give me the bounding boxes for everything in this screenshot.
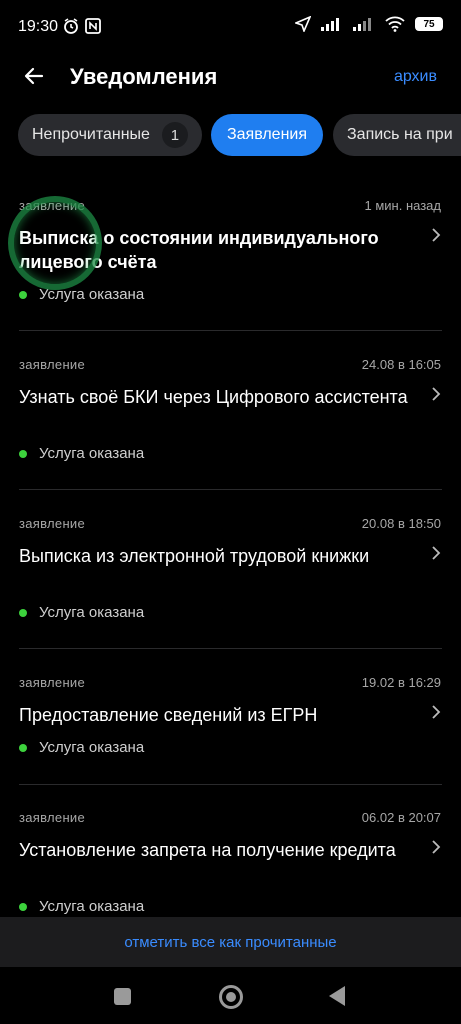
item-date: 24.08 в 16:05 bbox=[361, 357, 441, 372]
location-icon bbox=[295, 16, 311, 32]
chevron-right-icon bbox=[432, 387, 441, 401]
status-dot-icon bbox=[19, 902, 27, 911]
item-status: Услуга оказана bbox=[19, 286, 144, 303]
item-title: Узнать своё БКИ через Цифрового ассистен… bbox=[19, 387, 408, 407]
notification-item[interactable]: заявление 20.08 в 18:50 Выписка из элект… bbox=[0, 504, 461, 649]
status-dot-icon bbox=[19, 449, 27, 458]
chevron-right-icon bbox=[432, 228, 441, 242]
item-status: Услуга оказана bbox=[19, 739, 144, 756]
status-time: 19:30 bbox=[18, 18, 59, 35]
tab-applications-label: Заявления bbox=[226, 126, 308, 143]
item-date: 1 мин. назад bbox=[364, 198, 441, 213]
divider bbox=[19, 784, 442, 785]
status-dot-icon bbox=[19, 290, 27, 299]
notification-item[interactable]: заявление 19.02 в 16:29 Предоставление с… bbox=[0, 663, 461, 785]
nfc-icon bbox=[85, 18, 101, 34]
signal-icon bbox=[321, 18, 339, 31]
signal-icon-2 bbox=[353, 18, 371, 31]
app-header: Уведомления архив bbox=[0, 56, 461, 100]
status-dot-icon bbox=[19, 608, 27, 617]
divider bbox=[19, 330, 442, 331]
item-kind: заявление bbox=[19, 516, 86, 531]
tab-unread[interactable]: Непрочитанные 1 bbox=[18, 114, 202, 156]
item-status: Услуга оказана bbox=[19, 604, 144, 621]
divider bbox=[19, 489, 442, 490]
chevron-right-icon bbox=[432, 705, 441, 719]
status-dot-icon bbox=[19, 743, 27, 752]
unread-count-badge: 1 bbox=[161, 122, 188, 148]
item-kind: заявление bbox=[19, 675, 86, 690]
notification-item[interactable]: заявление 06.02 в 20:07 Установление зап… bbox=[0, 798, 461, 918]
item-status-label: Услуга оказана bbox=[39, 739, 145, 756]
item-date: 19.02 в 16:29 bbox=[361, 675, 441, 690]
battery-icon: 75 bbox=[415, 17, 443, 31]
item-kind: заявление bbox=[19, 357, 86, 372]
home-icon[interactable] bbox=[219, 985, 243, 1009]
item-date: 20.08 в 18:50 bbox=[361, 516, 441, 531]
chevron-right-icon bbox=[432, 546, 441, 560]
item-status: Услуга оказана bbox=[19, 898, 144, 915]
chevron-right-icon bbox=[432, 840, 441, 854]
status-bar: 19:30 75 bbox=[0, 0, 461, 56]
divider bbox=[19, 648, 442, 649]
item-status-label: Услуга оказана bbox=[39, 445, 145, 462]
item-status: Услуга оказана bbox=[19, 445, 144, 462]
tab-unread-label: Непрочитанные bbox=[32, 126, 150, 143]
archive-link[interactable]: архив bbox=[394, 68, 437, 86]
wifi-icon bbox=[385, 16, 405, 32]
item-status-label: Услуга оказана bbox=[39, 898, 145, 915]
tab-appointments[interactable]: Запись на при bbox=[333, 114, 461, 156]
item-kind: заявление bbox=[19, 810, 86, 825]
item-title: Установление запрета на получение кредит… bbox=[19, 840, 396, 860]
filter-tabs: Непрочитанные 1 Заявления Запись на при bbox=[18, 114, 461, 158]
tab-appointments-label: Запись на при bbox=[347, 126, 453, 143]
alarm-icon bbox=[64, 18, 78, 34]
page-title: Уведомления bbox=[70, 64, 218, 89]
item-date: 06.02 в 20:07 bbox=[361, 810, 441, 825]
mark-all-read-button[interactable]: отметить все как прочитанные bbox=[0, 917, 461, 967]
tab-applications[interactable]: Заявления bbox=[211, 114, 323, 156]
notification-item[interactable]: заявление 24.08 в 16:05 Узнать своё БКИ … bbox=[0, 345, 461, 490]
system-nav-bar bbox=[0, 967, 461, 1024]
touch-indicator bbox=[8, 196, 102, 290]
item-status-label: Услуга оказана bbox=[39, 604, 145, 621]
back-triangle-icon[interactable] bbox=[329, 986, 345, 1006]
item-title: Выписка из электронной трудовой книжки bbox=[19, 546, 370, 566]
back-arrow-icon[interactable] bbox=[22, 64, 46, 88]
recents-icon[interactable] bbox=[114, 988, 131, 1005]
item-title: Предоставление сведений из ЕГРН bbox=[19, 705, 318, 725]
